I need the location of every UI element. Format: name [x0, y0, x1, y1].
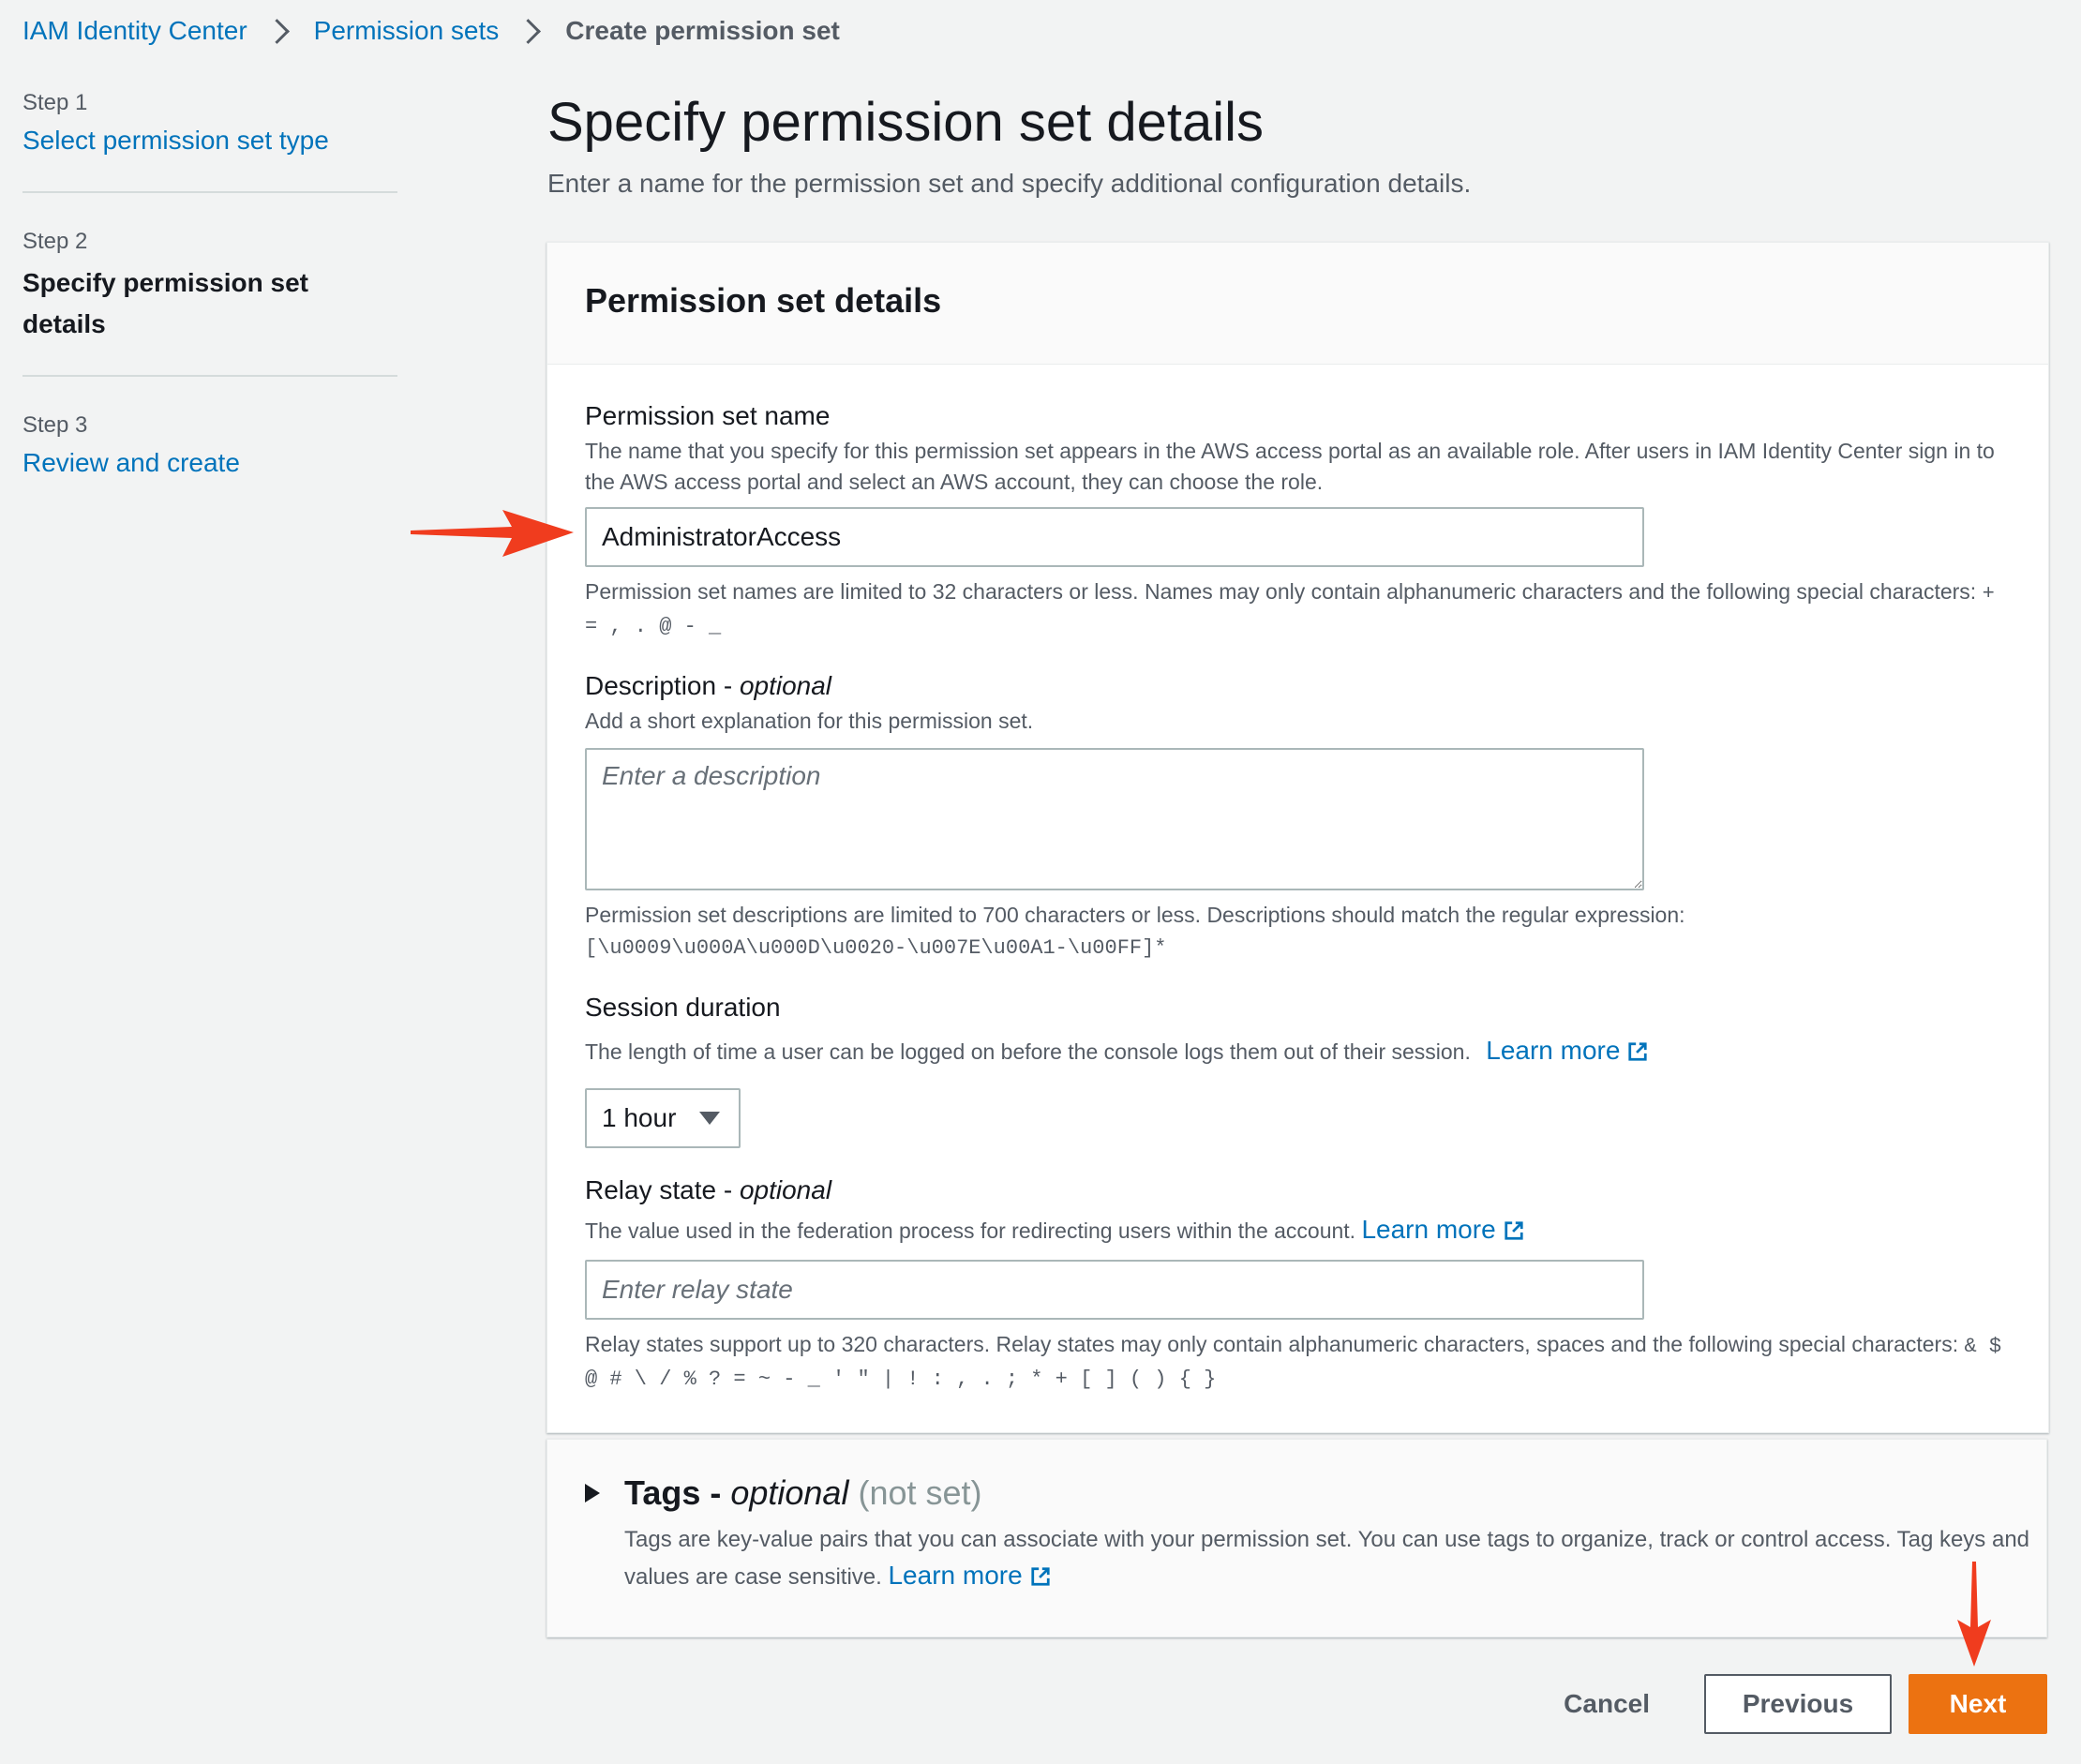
- session-duration-help: The length of time a user can be logged …: [585, 1039, 1471, 1064]
- session-duration-label: Session duration: [585, 993, 781, 1022]
- panel-title: Permission set details: [585, 281, 942, 320]
- relay-constraint-text: Relay states support up to 320 character…: [585, 1332, 1959, 1356]
- permission-set-name-input[interactable]: [585, 507, 1644, 567]
- relay-state-label-text: Relay state -: [585, 1175, 740, 1204]
- permission-set-name-constraint: Permission set names are limited to 32 c…: [585, 576, 2011, 642]
- wizard-footer: Cancel Previous Next: [1564, 1674, 2047, 1734]
- tags-title: Tags - optional: [624, 1473, 848, 1513]
- relay-state-constraint: Relay states support up to 320 character…: [585, 1329, 2011, 1395]
- step-2-title: Specify permission set details: [22, 268, 309, 338]
- next-button[interactable]: Next: [1909, 1674, 2047, 1734]
- description-constraint-text: Permission set descriptions are limited …: [585, 903, 1685, 927]
- relay-learn-more-link[interactable]: Learn more: [1361, 1215, 1523, 1244]
- description-label-text: Description -: [585, 671, 740, 700]
- page-title: Specify permission set details: [547, 92, 1264, 153]
- external-link-icon: [1628, 1042, 1648, 1061]
- session-duration-select[interactable]: 1 hour: [585, 1088, 741, 1148]
- step-2-label: Step 2: [22, 229, 88, 254]
- session-duration-field: Session duration The length of time a us…: [585, 990, 2011, 1148]
- tags-expander[interactable]: Tags - optional (not set): [585, 1473, 2009, 1513]
- description-field: Description - optional Add a short expla…: [585, 668, 2011, 964]
- tags-learn-more-link[interactable]: Learn more: [888, 1561, 1050, 1590]
- cancel-button[interactable]: Cancel: [1564, 1689, 1704, 1719]
- chevron-right-icon: [263, 18, 290, 44]
- step-2: Step 2 Specify permission set details: [22, 225, 397, 345]
- panel-header: Permission set details: [547, 243, 2048, 365]
- relay-state-description: The value used in the federation process…: [585, 1214, 2011, 1247]
- relay-learn-more-text: Learn more: [1361, 1215, 1496, 1244]
- permission-set-name-field: Permission set name The name that you sp…: [585, 398, 2011, 642]
- session-learn-more-link[interactable]: Learn more: [1486, 1036, 1648, 1065]
- breadcrumb-current: Create permission set: [565, 16, 840, 45]
- permission-set-name-label: Permission set name: [585, 401, 831, 430]
- step-3-label: Step 3: [22, 412, 88, 438]
- description-help: Add a short explanation for this permiss…: [585, 709, 1034, 733]
- tags-title-optional: optional: [730, 1473, 849, 1512]
- chevron-right-icon: [516, 18, 542, 44]
- description-label-optional: optional: [739, 671, 832, 700]
- tags-title-text: Tags -: [624, 1473, 731, 1512]
- tags-help: Tags are key-value pairs that you can as…: [624, 1527, 2030, 1590]
- relay-state-label-optional: optional: [739, 1175, 832, 1204]
- session-learn-more-text: Learn more: [1486, 1036, 1621, 1065]
- relay-state-input[interactable]: [585, 1260, 1644, 1320]
- breadcrumb-iam-identity-center[interactable]: IAM Identity Center: [22, 16, 247, 46]
- relay-state-help: The value used in the federation process…: [585, 1218, 1356, 1243]
- description-constraint-regex: [\u0009\u000A\u000D\u0020-\u007E\u00A1-\…: [585, 936, 1167, 960]
- relay-state-field: Relay state - optional The value used in…: [585, 1173, 2011, 1395]
- caret-down-icon: [699, 1112, 720, 1125]
- page-subtitle: Enter a name for the permission set and …: [547, 169, 1472, 198]
- permission-set-details-panel: Permission set details Permission set na…: [546, 242, 2049, 1433]
- permission-set-name-description: The name that you specify for this permi…: [585, 439, 1995, 494]
- description-constraint: Permission set descriptions are limited …: [585, 900, 2011, 964]
- relay-state-label: Relay state - optional: [585, 1173, 2011, 1208]
- step-1: Step 1 Select permission set type: [22, 86, 397, 161]
- previous-button[interactable]: Previous: [1704, 1674, 1892, 1734]
- red-arrow-icon: [1957, 1562, 1991, 1667]
- description-label: Description - optional: [585, 668, 2011, 704]
- step-1-label: Step 1: [22, 90, 88, 115]
- step-divider: [22, 375, 397, 377]
- step-3: Step 3 Review and create: [22, 409, 397, 484]
- tags-description: Tags are key-value pairs that you can as…: [624, 1522, 2030, 1595]
- breadcrumb-permission-sets[interactable]: Permission sets: [314, 16, 500, 46]
- external-link-icon: [1505, 1221, 1523, 1240]
- tags-status: (not set): [858, 1473, 982, 1512]
- name-constraint-text: Permission set names are limited to 32 c…: [585, 579, 1977, 604]
- step-3-link[interactable]: Review and create: [22, 448, 240, 477]
- session-duration-value: 1 hour: [602, 1103, 677, 1132]
- external-link-icon: [1031, 1567, 1050, 1586]
- description-textarea[interactable]: [585, 748, 1644, 890]
- step-divider: [22, 191, 397, 193]
- session-duration-description: The length of time a user can be logged …: [585, 1035, 2011, 1068]
- red-arrow-icon: [411, 510, 574, 557]
- caret-right-icon: [585, 1484, 600, 1502]
- tags-learn-more-text: Learn more: [888, 1561, 1023, 1590]
- tags-panel: Tags - optional (not set) Tags are key-v…: [546, 1439, 2047, 1637]
- panel-body: Permission set name The name that you sp…: [547, 365, 2048, 1432]
- wizard-steps: Step 1 Select permission set type Step 2…: [22, 86, 397, 484]
- breadcrumb: IAM Identity Center Permission sets Crea…: [22, 13, 840, 49]
- step-1-link[interactable]: Select permission set type: [22, 126, 329, 155]
